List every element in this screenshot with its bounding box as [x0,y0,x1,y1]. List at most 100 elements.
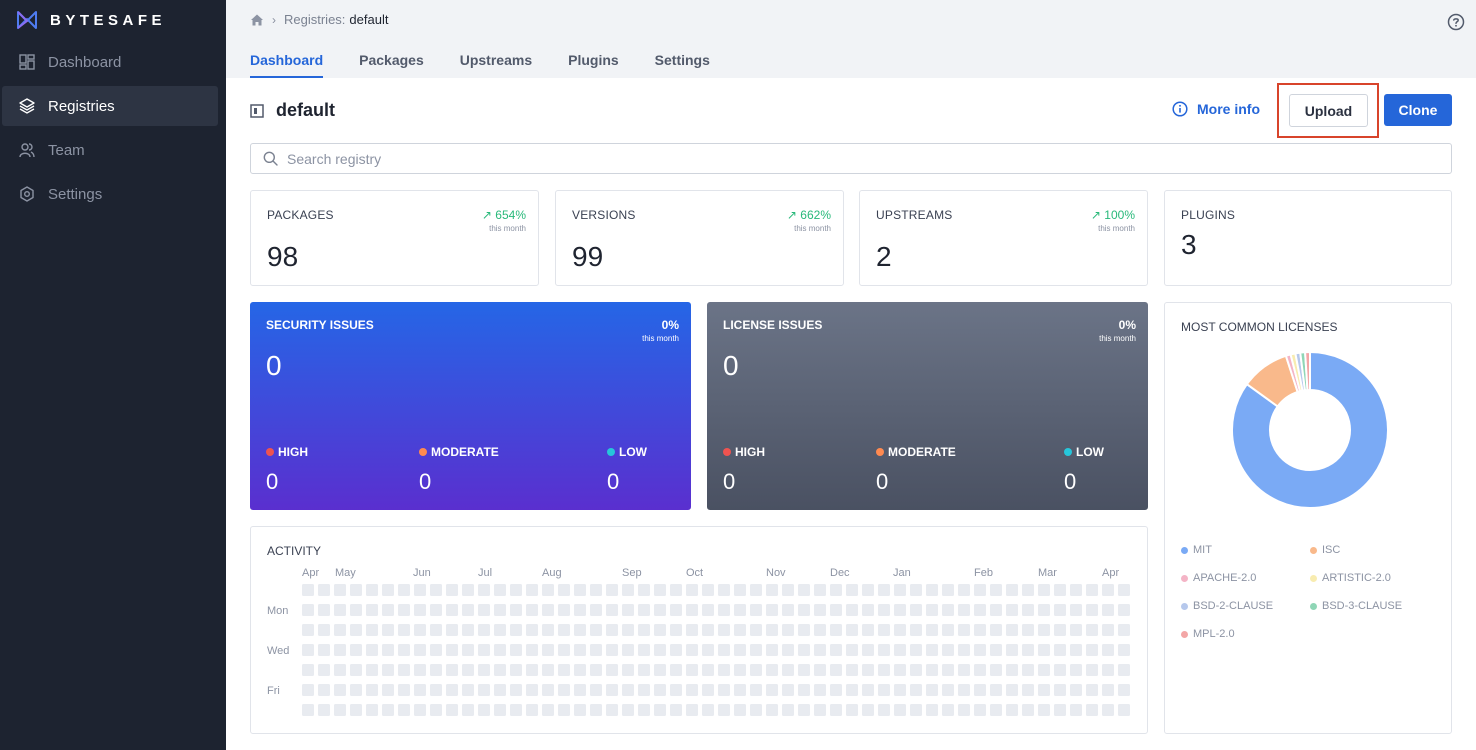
activity-cell [382,584,394,596]
month-label: Dec [830,567,850,579]
activity-cell [766,644,778,656]
clone-button[interactable]: Clone [1384,94,1452,126]
activity-cell [510,704,522,716]
sidebar-item-label: Team [48,141,85,159]
activity-cell [430,664,442,676]
breadcrumb-parent[interactable]: Registries: [284,12,345,27]
page-title: default [276,100,336,120]
activity-cell [574,584,586,596]
activity-cell [478,604,490,616]
activity-cell [302,684,314,696]
activity-cell [462,664,474,676]
bytesafe-logo-icon [17,11,37,29]
activity-cell [990,664,1002,676]
brand-logo[interactable]: BYTESAFE [16,9,166,31]
activity-cell [622,624,634,636]
activity-cell [1086,704,1098,716]
activity-cell [798,644,810,656]
activity-cell [430,584,442,596]
activity-cell [926,604,938,616]
activity-cell [318,684,330,696]
activity-cell [574,664,586,676]
stat-trend-sub: this month [794,224,831,233]
main-content: default More info Upload Clone PACKAGES … [226,78,1476,750]
tab-dashboard[interactable]: Dashboard [250,52,324,78]
activity-cell [318,664,330,676]
activity-cell [894,704,906,716]
more-info-link[interactable]: More info [1172,101,1260,117]
month-label: Mar [1038,567,1057,579]
activity-cell [590,584,602,596]
activity-cell [302,604,314,616]
tab-packages[interactable]: Packages [359,52,424,78]
activity-cell [990,624,1002,636]
activity-cell [398,684,410,696]
sidebar-item-team[interactable]: Team [2,130,218,170]
activity-cell [926,664,938,676]
activity-cell [366,664,378,676]
activity-cell [318,624,330,636]
activity-cell [686,644,698,656]
legend-label: ISC [1322,544,1341,556]
sidebar: BYTESAFE Dashboard Registries Team Setti… [0,0,226,750]
search-input[interactable] [287,150,1387,167]
activity-cell [606,604,618,616]
activity-card: ACTIVITY Apr May Jun Jul Aug Sep Oct Nov… [250,526,1148,734]
activity-cell [750,644,762,656]
tab-settings[interactable]: Settings [655,52,710,78]
sidebar-item-dashboard[interactable]: Dashboard [2,42,218,82]
activity-cell [654,624,666,636]
stat-trend-value: 654% [495,208,526,222]
severity-high: HIGH [723,445,765,459]
activity-cell [366,624,378,636]
activity-cell [1038,584,1050,596]
activity-cell [654,644,666,656]
activity-cell [734,704,746,716]
activity-cell [542,704,554,716]
dashboard-icon [19,54,35,70]
activity-cell [830,604,842,616]
activity-cell [414,624,426,636]
activity-cell [878,704,890,716]
activity-cell [1118,704,1130,716]
activity-cell [510,644,522,656]
severity-label: HIGH [278,445,308,459]
activity-cell [1054,584,1066,596]
activity-cell [1006,704,1018,716]
activity-cell [958,704,970,716]
legend-dot-icon [1310,546,1317,554]
activity-cell [1006,584,1018,596]
activity-cell [526,664,538,676]
tab-upstreams[interactable]: Upstreams [460,52,532,78]
stat-value: 99 [572,241,604,272]
activity-cell [974,684,986,696]
sidebar-item-registries[interactable]: Registries [2,86,218,126]
sidebar-item-settings[interactable]: Settings [2,174,218,214]
legend-dot-icon [1310,602,1317,610]
activity-cell [894,644,906,656]
activity-cell [350,684,362,696]
activity-cell [558,704,570,716]
activity-cell [702,664,714,676]
tab-plugins[interactable]: Plugins [568,52,619,78]
activity-cell [1038,644,1050,656]
activity-cell [494,704,506,716]
activity-cell [990,704,1002,716]
licenses-title: MOST COMMON LICENSES [1181,320,1338,334]
activity-cell [398,644,410,656]
activity-cell [1038,704,1050,716]
day-label: Wed [267,645,290,657]
home-icon[interactable] [250,13,264,27]
upload-button[interactable]: Upload [1289,94,1368,127]
activity-cell [1086,684,1098,696]
activity-cell [878,604,890,616]
activity-cell [350,584,362,596]
help-icon[interactable] [1447,13,1465,31]
high-dot-icon [723,448,731,456]
activity-cell [318,644,330,656]
activity-cell [846,644,858,656]
activity-cell [974,584,986,596]
activity-cell [1022,704,1034,716]
activity-cell [398,664,410,676]
activity-cell [1038,624,1050,636]
